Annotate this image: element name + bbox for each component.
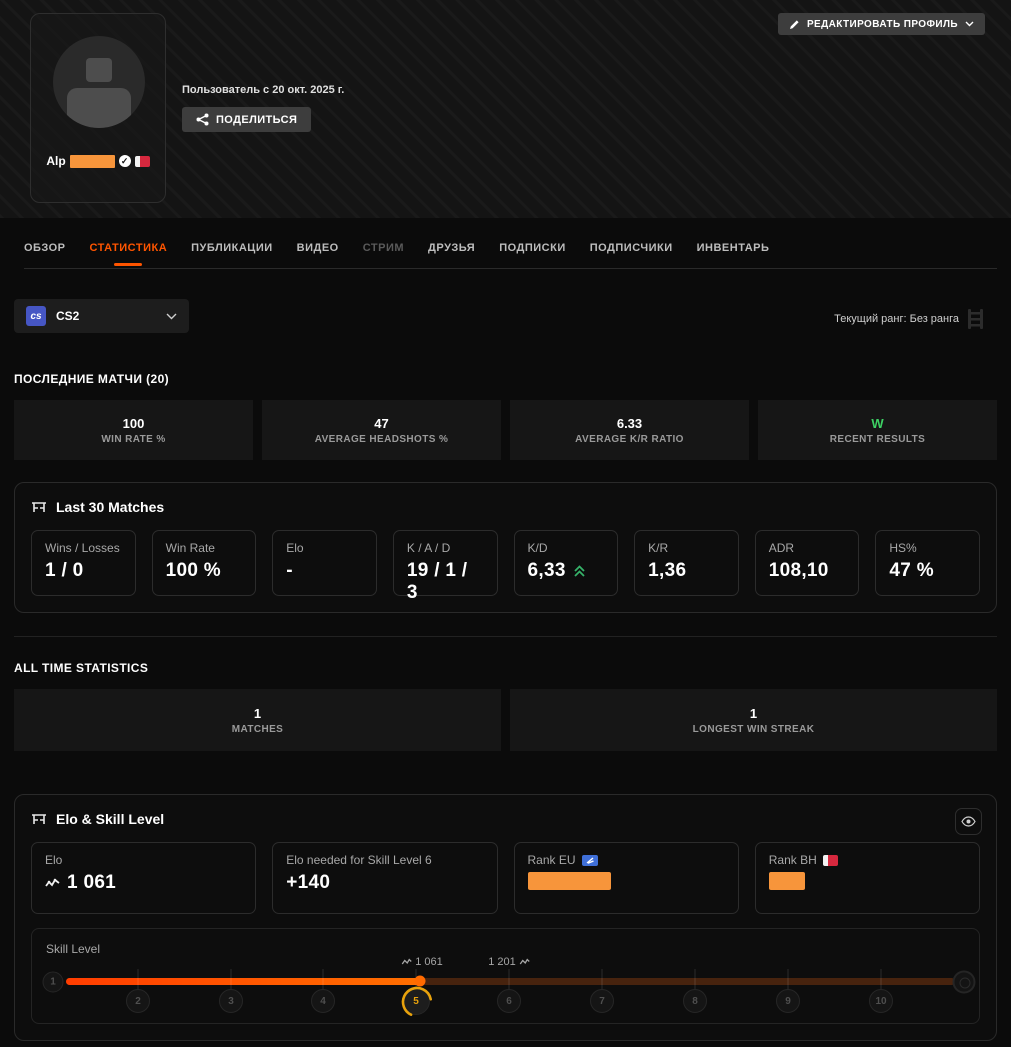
skill-level-8: 8 xyxy=(683,989,707,1013)
avatar-person-icon xyxy=(86,58,112,82)
elo-wave-icon xyxy=(401,958,412,965)
card-elo: Elo - xyxy=(272,530,377,596)
stat-tile-headshots: 47 AVERAGE HEADSHOTS % xyxy=(262,400,501,460)
chevron-down-icon xyxy=(166,313,177,319)
tab-stream[interactable]: СТРИМ xyxy=(363,242,404,264)
chevron-down-icon xyxy=(965,21,974,27)
edit-profile-label: РЕДАКТИРОВАТЬ ПРОФИЛЬ xyxy=(806,18,958,30)
tab-inventory[interactable]: ИНВЕНТАРЬ xyxy=(697,242,770,264)
verified-badge-icon: ✓ xyxy=(118,155,131,167)
card-kad: K / A / D 19 / 1 / 3 xyxy=(392,530,498,603)
last-30-matches-cards: Wins / Losses 1 / 0 Win Rate 100 % Elo -… xyxy=(31,530,980,603)
selected-game-label: CS2 xyxy=(56,309,80,323)
redacted-rank-eu-block xyxy=(527,872,611,890)
game-selector-dropdown[interactable]: cs CS2 xyxy=(14,299,189,333)
skill-level-2: 2 xyxy=(126,989,150,1013)
challenger-end-icon xyxy=(952,970,976,994)
card-hs: HS% 47 % xyxy=(875,530,980,596)
avatar-card: Alp ✓ xyxy=(30,13,166,203)
skill-level-9: 9 xyxy=(776,989,800,1013)
recent-matches-title: ПОСЛЕДНИЕ МАТЧИ (20) xyxy=(14,372,170,386)
card-adr: ADR 108,10 xyxy=(754,530,860,596)
profile-banner: Alp ✓ Пользователь с 20 окт. 2025 г. ПОД… xyxy=(0,0,1011,218)
current-rank: Текущий ранг: Без ранга xyxy=(834,308,984,330)
stat-tile-win-streak: 1 LONGEST WIN STREAK xyxy=(510,689,997,751)
next-threshold-label: 1 201 xyxy=(488,956,530,968)
all-time-tiles: 1 MATCHES 1 LONGEST WIN STREAK xyxy=(14,689,997,751)
profile-page: Alp ✓ Пользователь с 20 окт. 2025 г. ПОД… xyxy=(0,0,1011,1047)
elo-wave-icon xyxy=(519,958,530,965)
edit-profile-button[interactable]: РЕДАКТИРОВАТЬ ПРОФИЛЬ xyxy=(777,13,985,35)
tab-posts[interactable]: ПУБЛИКАЦИИ xyxy=(191,242,273,264)
redacted-username-block xyxy=(69,154,115,168)
share-icon xyxy=(196,113,209,126)
skill-level-1: 1 xyxy=(42,971,64,993)
share-button-label: ПОДЕЛИТЬСЯ xyxy=(216,113,298,126)
skill-level-label: Skill Level xyxy=(46,942,101,956)
stats-section-icon xyxy=(32,502,46,512)
skill-level-4: 4 xyxy=(311,989,335,1013)
rank-ladder-icon xyxy=(968,309,983,329)
pencil-icon xyxy=(789,19,799,29)
eu-flag-icon xyxy=(581,854,598,866)
card-rank-eu: Rank EU xyxy=(513,842,739,914)
all-time-title: ALL TIME STATISTICS xyxy=(14,661,149,675)
skill-level-slider: Skill Level 1 061 1 201 1 2 3 4 5 6 7 8 … xyxy=(31,928,980,1024)
game-selector-row: cs CS2 Текущий ранг: Без ранга xyxy=(14,299,997,333)
card-kr: K/R 1,36 xyxy=(634,530,739,596)
tab-following[interactable]: ПОДПИСКИ xyxy=(499,242,566,264)
tab-videos[interactable]: ВИДЕО xyxy=(297,242,339,264)
elo-skill-panel: Elo & Skill Level Elo 1 061 Elo needed f… xyxy=(14,794,997,1041)
current-elo-marker-label: 1 061 xyxy=(401,956,443,968)
card-elo-needed: Elo needed for Skill Level 6 +140 xyxy=(272,842,498,914)
tab-friends[interactable]: ДРУЗЬЯ xyxy=(428,242,475,264)
stat-tile-matches: 1 MATCHES xyxy=(14,689,501,751)
member-since-text: Пользователь с 20 окт. 2025 г. xyxy=(182,84,345,96)
username-text: Alp xyxy=(46,154,66,168)
current-rank-text: Текущий ранг: Без ранга xyxy=(834,313,959,325)
stat-tile-recent-results: W RECENT RESULTS xyxy=(758,400,997,460)
tab-statistics[interactable]: СТАТИСТИКА xyxy=(89,242,167,264)
visibility-toggle-button[interactable] xyxy=(955,808,982,835)
bahrain-flag-icon xyxy=(822,854,838,866)
skill-level-5-current: 5 xyxy=(401,986,433,1018)
tab-overview[interactable]: ОБЗОР xyxy=(24,242,65,264)
skill-progress-bar xyxy=(66,978,420,985)
elo-skill-title: Elo & Skill Level xyxy=(31,811,980,827)
card-current-elo: Elo 1 061 xyxy=(31,842,257,914)
card-rank-bh: Rank BH xyxy=(754,842,980,914)
avatar xyxy=(53,36,145,128)
stats-section-icon xyxy=(32,814,46,824)
trend-up-icon xyxy=(574,564,585,577)
last-30-matches-title: Last 30 Matches xyxy=(31,499,980,515)
username: Alp ✓ xyxy=(31,154,165,168)
card-win-rate: Win Rate 100 % xyxy=(151,530,257,596)
skill-level-10: 10 xyxy=(869,989,893,1013)
card-kd: K/D 6,33 xyxy=(513,530,619,596)
elo-cards: Elo 1 061 Elo needed for Skill Level 6 +… xyxy=(31,842,980,914)
redacted-rank-bh-block xyxy=(768,872,805,890)
tab-bar: ОБЗОР СТАТИСТИКА ПУБЛИКАЦИИ ВИДЕО СТРИМ … xyxy=(24,242,997,269)
skill-level-3: 3 xyxy=(219,989,243,1013)
elo-wave-icon xyxy=(45,878,60,887)
skill-level-7: 7 xyxy=(590,989,614,1013)
level-5-progress-ring xyxy=(401,986,433,1018)
tab-followers[interactable]: ПОДПИСЧИКИ xyxy=(590,242,673,264)
bahrain-flag-icon xyxy=(134,155,150,167)
last-30-matches-panel: Last 30 Matches Wins / Losses 1 / 0 Win … xyxy=(14,482,997,613)
share-button[interactable]: ПОДЕЛИТЬСЯ xyxy=(182,107,312,132)
recent-matches-tiles: 100 WIN RATE % 47 AVERAGE HEADSHOTS % 6.… xyxy=(14,400,997,460)
card-wins-losses: Wins / Losses 1 / 0 xyxy=(31,530,136,596)
cs2-game-icon: cs xyxy=(26,306,46,326)
eye-icon xyxy=(961,816,976,827)
skill-level-6: 6 xyxy=(497,989,521,1013)
stat-tile-kr-ratio: 6.33 AVERAGE K/R RATIO xyxy=(510,400,749,460)
stat-tile-winrate: 100 WIN RATE % xyxy=(14,400,253,460)
section-divider xyxy=(14,636,997,637)
